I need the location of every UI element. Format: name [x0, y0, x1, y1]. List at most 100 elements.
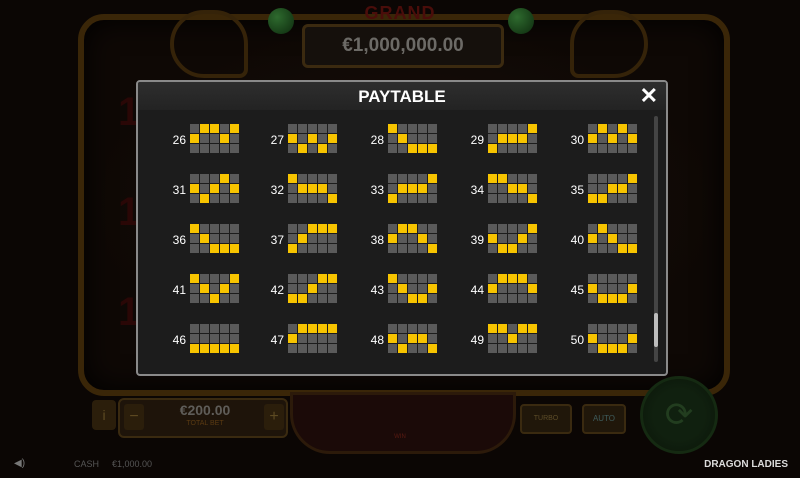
payline-cell — [298, 194, 307, 203]
payline-cell — [508, 344, 517, 353]
payline-cell — [598, 334, 607, 343]
payline-cell-active — [628, 134, 637, 143]
payline-cell-active — [328, 324, 337, 333]
payline-cell — [518, 144, 527, 153]
turbo-button[interactable]: TURBO — [520, 404, 572, 434]
payline-cell — [518, 334, 527, 343]
payline-cell — [398, 274, 407, 283]
payline-pattern — [488, 224, 537, 253]
payline-cell-active — [498, 244, 507, 253]
payline-cell — [528, 294, 537, 303]
sound-icon[interactable]: ◀) — [14, 458, 25, 469]
payline-pattern — [588, 174, 637, 203]
payline-pattern — [488, 124, 537, 153]
payline-cell-active — [608, 344, 617, 353]
payline-cell — [220, 324, 229, 333]
payline-number: 36 — [172, 233, 186, 247]
payline-cell — [190, 144, 199, 153]
stake-increase-button[interactable]: + — [264, 404, 284, 430]
payline-cell-active — [608, 184, 617, 193]
payline-cell-active — [318, 274, 327, 283]
payline-cell — [428, 334, 437, 343]
payline-number: 46 — [172, 333, 186, 347]
payline-item: 27 — [256, 124, 346, 156]
payline-cell-active — [528, 224, 537, 233]
payline-item: 38 — [356, 224, 446, 256]
payline-cell — [190, 124, 199, 133]
payline-cell — [288, 274, 297, 283]
payline-cell — [308, 144, 317, 153]
payline-cell — [210, 284, 219, 293]
payline-cell — [220, 124, 229, 133]
payline-cell-active — [200, 344, 209, 353]
payline-cell-active — [220, 174, 229, 183]
scrollbar-thumb[interactable] — [654, 313, 658, 347]
payline-cell — [210, 234, 219, 243]
payline-cell — [398, 124, 407, 133]
payline-number: 28 — [370, 133, 384, 147]
payline-number: 38 — [370, 233, 384, 247]
payline-cell — [200, 294, 209, 303]
payline-cell — [328, 124, 337, 133]
payline-cell — [298, 174, 307, 183]
payline-item: 49 — [456, 324, 546, 356]
payline-cell-active — [230, 124, 239, 133]
spin-button[interactable]: ⟳ — [640, 376, 718, 454]
payline-cell — [508, 224, 517, 233]
payline-item: 29 — [456, 124, 546, 156]
payline-cell — [220, 274, 229, 283]
payline-cell — [528, 274, 537, 283]
scrollbar[interactable] — [654, 116, 658, 362]
stake-decrease-button[interactable]: − — [124, 404, 144, 430]
payline-item: 30 — [556, 124, 646, 156]
auto-button[interactable]: AUTO — [582, 404, 626, 434]
payline-cell-active — [318, 184, 327, 193]
payline-cell — [598, 244, 607, 253]
payline-cell — [200, 174, 209, 183]
payline-cell — [508, 324, 517, 333]
payline-cell-active — [298, 184, 307, 193]
payline-cell-active — [488, 284, 497, 293]
payline-cell — [598, 284, 607, 293]
payline-cell-active — [598, 194, 607, 203]
payline-cell-active — [608, 134, 617, 143]
payline-cell — [498, 194, 507, 203]
payline-cell-active — [598, 224, 607, 233]
payline-cell-active — [528, 324, 537, 333]
payline-cell — [498, 144, 507, 153]
payline-item: 28 — [356, 124, 446, 156]
payline-cell — [508, 124, 517, 133]
payline-cell — [308, 274, 317, 283]
payline-cell — [598, 134, 607, 143]
dragon-ornament-icon — [570, 10, 648, 78]
payline-pattern — [388, 174, 437, 203]
payline-cell — [608, 144, 617, 153]
payline-pattern — [588, 324, 637, 353]
payline-cell — [210, 334, 219, 343]
payline-cell — [488, 184, 497, 193]
info-button[interactable]: i — [92, 400, 116, 430]
payline-cell-active — [298, 234, 307, 243]
payline-cell-active — [518, 324, 527, 333]
payline-cell — [428, 134, 437, 143]
payline-cell — [288, 284, 297, 293]
close-icon[interactable]: ✕ — [640, 83, 658, 109]
payline-cell-active — [230, 274, 239, 283]
payline-cell — [428, 194, 437, 203]
payline-cell-active — [388, 234, 397, 243]
payline-cell — [498, 224, 507, 233]
payline-cell — [428, 184, 437, 193]
payline-cell — [190, 194, 199, 203]
payline-cell-active — [308, 324, 317, 333]
payline-pattern — [388, 324, 437, 353]
cash-value: €1,000.00 — [112, 459, 153, 469]
payline-cell-active — [628, 244, 637, 253]
payline-cell — [508, 234, 517, 243]
payline-cell — [230, 194, 239, 203]
payline-cell-active — [628, 334, 637, 343]
payline-cell-active — [588, 334, 597, 343]
payline-cell-active — [298, 294, 307, 303]
payline-cell — [318, 334, 327, 343]
payline-cell — [608, 224, 617, 233]
payline-cell-active — [190, 224, 199, 233]
